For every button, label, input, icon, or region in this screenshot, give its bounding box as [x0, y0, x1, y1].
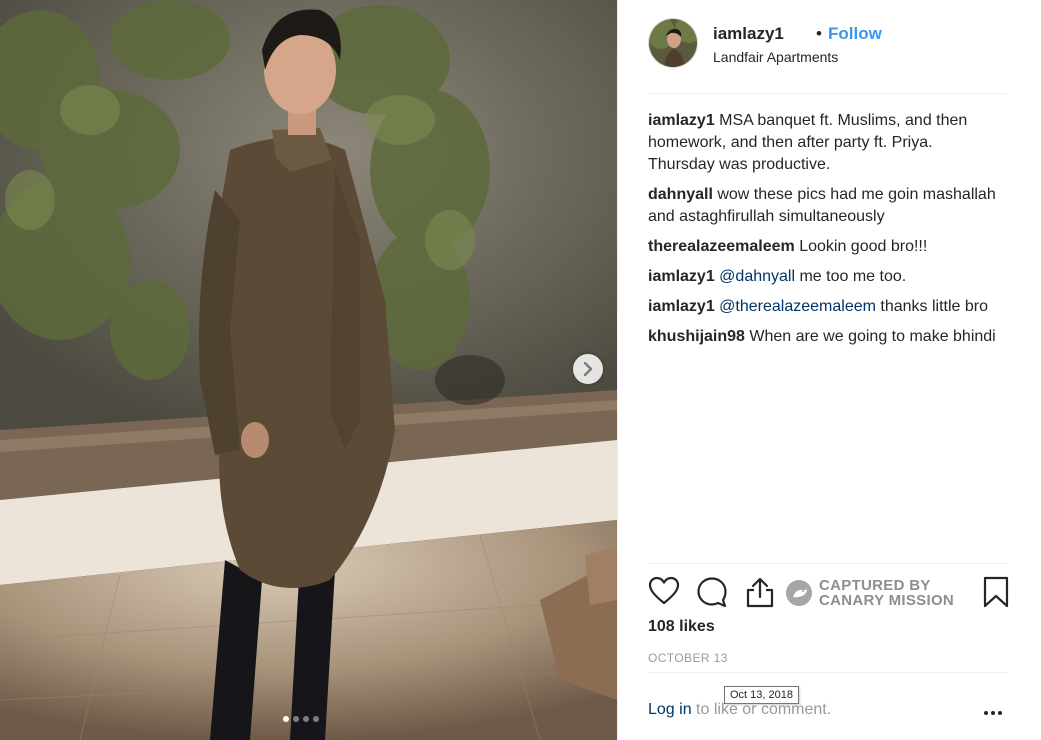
comment-item: iamlazy1 @therealazeemaleem thanks littl… [648, 296, 998, 318]
photo-scene [0, 0, 617, 740]
header-username[interactable]: iamlazy1 [713, 24, 784, 44]
canary-mission-text: CAPTURED BY CANARY MISSION [819, 578, 954, 608]
carousel-next-button[interactable] [573, 354, 603, 384]
comment-username[interactable]: iamlazy1 [648, 298, 715, 315]
comment-text: thanks little bro [875, 298, 988, 315]
more-options-button[interactable] [984, 711, 1002, 715]
comment-button[interactable] [696, 576, 728, 613]
more-options-icon-dot [998, 711, 1002, 715]
share-button[interactable] [744, 576, 776, 613]
carousel-dot [303, 716, 309, 722]
carousel-indicator [283, 716, 319, 722]
comment-username[interactable]: therealazeemaleem [648, 238, 795, 255]
location-link[interactable]: Landfair Apartments [713, 49, 838, 65]
separator-bullet: • [816, 24, 822, 43]
comment-item: dahnyall wow these pics had me goin mash… [648, 184, 998, 228]
post-side-panel: iamlazy1 • Follow Landfair Apartments ia… [617, 0, 1041, 740]
comment-footer: Log in to like or comment. Oct 13, 2018 [648, 672, 1008, 740]
comment-text: me too me too. [795, 268, 907, 285]
carousel-dot [283, 716, 289, 722]
likes-count[interactable]: 108 likes [648, 618, 715, 636]
follow-button[interactable]: Follow [828, 24, 882, 44]
action-bar: CAPTURED BY CANARY MISSION [648, 563, 1009, 621]
share-icon [746, 577, 774, 608]
instagram-post: iamlazy1 • Follow Landfair Apartments ia… [0, 0, 1041, 740]
post-date[interactable]: OCTOBER 13 [648, 651, 728, 665]
comment-username[interactable]: khushijain98 [648, 328, 745, 345]
date-tooltip: Oct 13, 2018 [724, 686, 799, 704]
carousel-dot [293, 716, 299, 722]
comment-mention[interactable]: @dahnyall [719, 268, 795, 285]
login-link[interactable]: Log in [648, 701, 692, 718]
comment-text: Lookin good bro!!! [794, 238, 928, 255]
like-button[interactable] [648, 576, 680, 611]
comment-item: therealazeemaleem Lookin good bro!!! [648, 236, 998, 258]
carousel-dot [313, 716, 319, 722]
canary-mission-watermark: CAPTURED BY CANARY MISSION [785, 578, 954, 608]
chevron-right-icon [583, 362, 593, 376]
comment-text: When are we going to make bhindi [744, 328, 996, 345]
comment-username[interactable]: iamlazy1 [648, 268, 715, 285]
comment-username[interactable]: iamlazy1 [648, 112, 715, 129]
comment-item: khushijain98 When are we going to make b… [648, 326, 998, 348]
heart-icon [648, 576, 680, 605]
canary-line-1: CAPTURED BY [819, 577, 931, 594]
comment-username[interactable]: dahnyall [648, 186, 713, 203]
comment-item: iamlazy1 @dahnyall me too me too. [648, 266, 998, 288]
canary-bird-icon [786, 580, 812, 606]
comments-list: iamlazy1 MSA banquet ft. Muslims, and th… [648, 110, 998, 356]
save-button[interactable] [983, 576, 1009, 613]
comment-mention[interactable]: @therealazeemaleem [719, 298, 876, 315]
more-options-icon [984, 711, 988, 715]
canary-line-2: CANARY MISSION [819, 592, 955, 609]
comment-bubble-icon [697, 577, 727, 608]
avatar[interactable] [648, 18, 698, 68]
avatar-image [649, 19, 697, 67]
more-options-icon-dot [991, 711, 995, 715]
post-photo[interactable] [0, 0, 617, 740]
bookmark-icon [983, 576, 1009, 608]
comment-item: iamlazy1 MSA banquet ft. Muslims, and th… [648, 110, 998, 176]
post-header: iamlazy1 • Follow Landfair Apartments [648, 16, 1006, 94]
